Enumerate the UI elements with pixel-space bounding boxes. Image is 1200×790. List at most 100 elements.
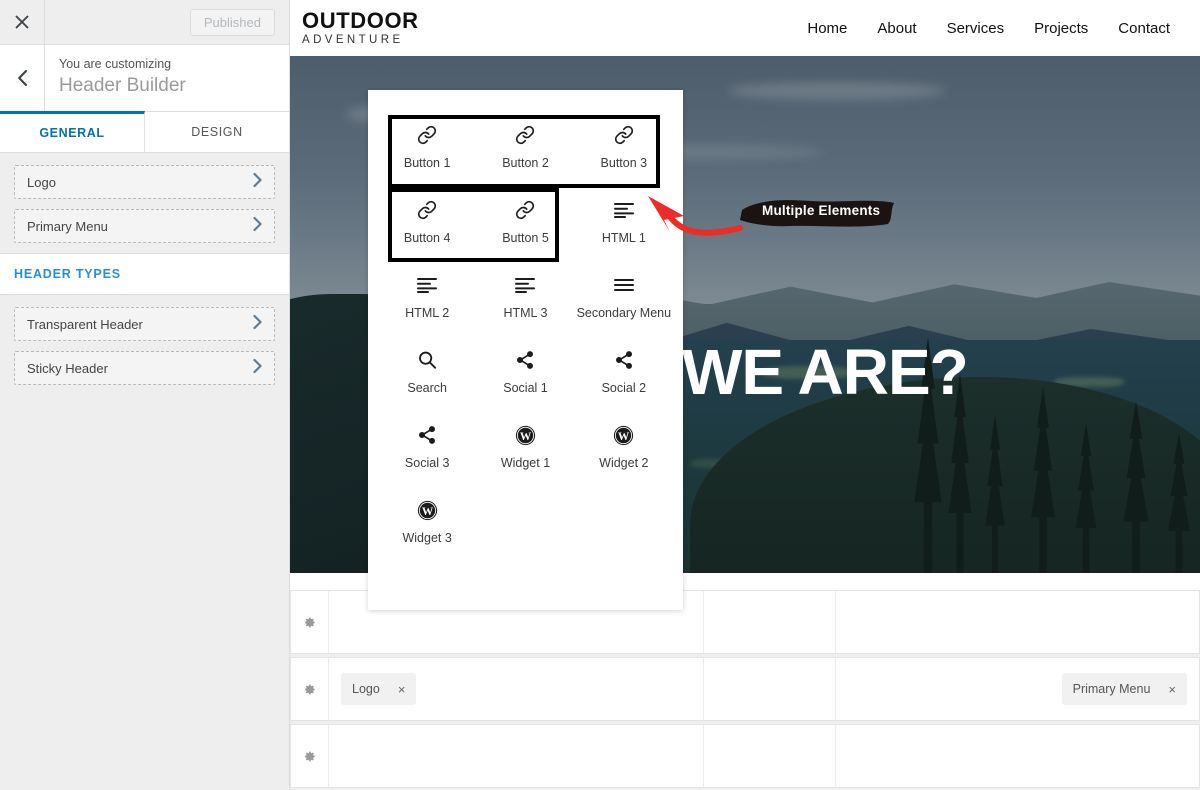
picker-item-label: Secondary Menu (577, 306, 672, 321)
publish-area: Published (45, 9, 289, 36)
builder-cell-right[interactable] (836, 725, 1199, 787)
picker-item-label: Widget 3 (402, 531, 451, 546)
picker-item-label: Widget 1 (501, 456, 550, 471)
nav-link-about[interactable]: About (877, 20, 916, 37)
builder-cell-center[interactable] (704, 658, 836, 720)
picker-item-label: Social 1 (503, 381, 547, 396)
picker-item-label: HTML 2 (405, 306, 449, 321)
picker-item-search[interactable]: Search (378, 337, 476, 412)
builder-row-below-header[interactable] (290, 724, 1200, 788)
picker-item-social-3[interactable]: Social 3 (378, 412, 476, 487)
chevron-right-icon (253, 217, 262, 235)
picker-item-label: Social 3 (405, 456, 449, 471)
customizer-titles: You are customizing Header Builder (45, 45, 289, 111)
primary-navigation: Home About Services Projects Contact (807, 20, 1188, 37)
search-icon (417, 347, 437, 373)
picker-item-widget-3[interactable]: W Widget 3 (378, 487, 476, 562)
close-icon[interactable]: × (1168, 682, 1176, 697)
picker-item-social-2[interactable]: Social 2 (575, 337, 673, 412)
header-types-items: Transparent Header Sticky Header (0, 295, 289, 385)
svg-text:W: W (520, 431, 532, 443)
close-icon[interactable] (0, 0, 45, 44)
cloud (727, 82, 947, 100)
picker-item-widget-2[interactable]: W Widget 2 (575, 412, 673, 487)
sidebar-item-label: Logo (27, 175, 253, 190)
sidebar-item-sticky-header[interactable]: Sticky Header (14, 351, 275, 385)
picker-item-button-3[interactable]: Button 3 (575, 112, 673, 187)
sidebar-item-transparent-header[interactable]: Transparent Header (14, 307, 275, 341)
builder-cell-center[interactable] (704, 725, 836, 787)
link-icon (614, 122, 634, 148)
picker-item-label: HTML 1 (602, 231, 646, 246)
nav-link-services[interactable]: Services (947, 20, 1005, 37)
share-icon (614, 347, 634, 373)
align-left-icon (515, 272, 535, 298)
tab-general[interactable]: GENERAL (0, 111, 145, 152)
chevron-right-icon (253, 315, 262, 333)
builder-cell-center[interactable] (704, 591, 836, 653)
site-logo[interactable]: OUTDOOR ADVENTURE (300, 10, 419, 47)
builder-cell-right[interactable] (836, 591, 1199, 653)
align-left-icon (417, 272, 437, 298)
sidebar-item-primary-menu[interactable]: Primary Menu (14, 209, 275, 243)
gear-icon[interactable] (291, 591, 329, 653)
svg-text:W: W (421, 506, 433, 518)
element-picker-popup: Button 1 Button 2 Butt (368, 90, 683, 610)
builder-chip-logo[interactable]: Logo × (341, 673, 416, 705)
customizer-tabs: GENERAL DESIGN (0, 112, 289, 153)
logo-primary-text: OUTDOOR (302, 10, 419, 32)
chevron-right-icon (253, 173, 262, 191)
customizer-panel: Published You are customizing Header Bui… (0, 0, 290, 790)
close-icon[interactable]: × (398, 682, 406, 697)
logo-secondary-text: ADVENTURE (302, 35, 419, 47)
builder-cell-left[interactable]: Logo × (329, 658, 704, 720)
builder-cell-left[interactable] (329, 725, 704, 787)
tab-design[interactable]: DESIGN (145, 112, 289, 152)
wordpress-icon: W (417, 497, 438, 523)
picker-item-label: Button 4 (404, 231, 451, 246)
publish-button[interactable]: Published (190, 9, 275, 36)
page-title: Header Builder (59, 73, 289, 99)
site-header: OUTDOOR ADVENTURE Home About Services Pr… (290, 0, 1200, 56)
picker-item-button-5[interactable]: Button 5 (476, 187, 574, 262)
picker-item-button-2[interactable]: Button 2 (476, 112, 574, 187)
picker-item-button-4[interactable]: Button 4 (378, 187, 476, 262)
builder-cell-right[interactable]: Primary Menu × (836, 658, 1199, 720)
builder-chip-primary-menu[interactable]: Primary Menu × (1062, 673, 1187, 705)
wordpress-icon: W (515, 422, 536, 448)
customizing-label: You are customizing (59, 56, 289, 72)
builder-row-primary-header[interactable]: Logo × Primary Menu × (290, 657, 1200, 721)
chevron-right-icon (253, 359, 262, 377)
picker-item-button-1[interactable]: Button 1 (378, 112, 476, 187)
customizer-body: Logo Primary Menu HEADER TYPES Tra (0, 153, 289, 790)
picker-item-label: Button 3 (601, 156, 648, 171)
picker-item-html-1[interactable]: HTML 1 (575, 187, 673, 262)
picker-item-html-2[interactable]: HTML 2 (378, 262, 476, 337)
customizer-header: You are customizing Header Builder (0, 45, 289, 112)
picker-item-label: Button 5 (502, 231, 549, 246)
menu-icon (614, 272, 634, 298)
picker-item-widget-1[interactable]: W Widget 1 (476, 412, 574, 487)
header-builder-rows: Logo × Primary Menu × (290, 590, 1200, 790)
sidebar-item-logo[interactable]: Logo (14, 165, 275, 199)
element-picker-grid: Button 1 Button 2 Butt (378, 112, 673, 562)
wordpress-icon: W (613, 422, 634, 448)
sidebar-item-label: Transparent Header (27, 317, 253, 332)
picker-item-social-1[interactable]: Social 1 (476, 337, 574, 412)
picker-item-html-3[interactable]: HTML 3 (476, 262, 574, 337)
gear-icon[interactable] (291, 725, 329, 787)
nav-link-projects[interactable]: Projects (1034, 20, 1088, 37)
general-items: Logo Primary Menu (0, 153, 289, 243)
chevron-left-icon[interactable] (0, 45, 45, 111)
link-icon (417, 197, 437, 223)
picker-item-label: Button 1 (404, 156, 451, 171)
picker-item-label: Button 2 (502, 156, 549, 171)
nav-link-home[interactable]: Home (807, 20, 847, 37)
gear-icon[interactable] (291, 658, 329, 720)
align-left-icon (614, 197, 634, 223)
customizer-topbar: Published (0, 0, 289, 45)
nav-link-contact[interactable]: Contact (1118, 20, 1170, 37)
svg-text:W: W (618, 431, 630, 443)
picker-item-secondary-menu[interactable]: Secondary Menu (575, 262, 673, 337)
link-icon (515, 197, 535, 223)
